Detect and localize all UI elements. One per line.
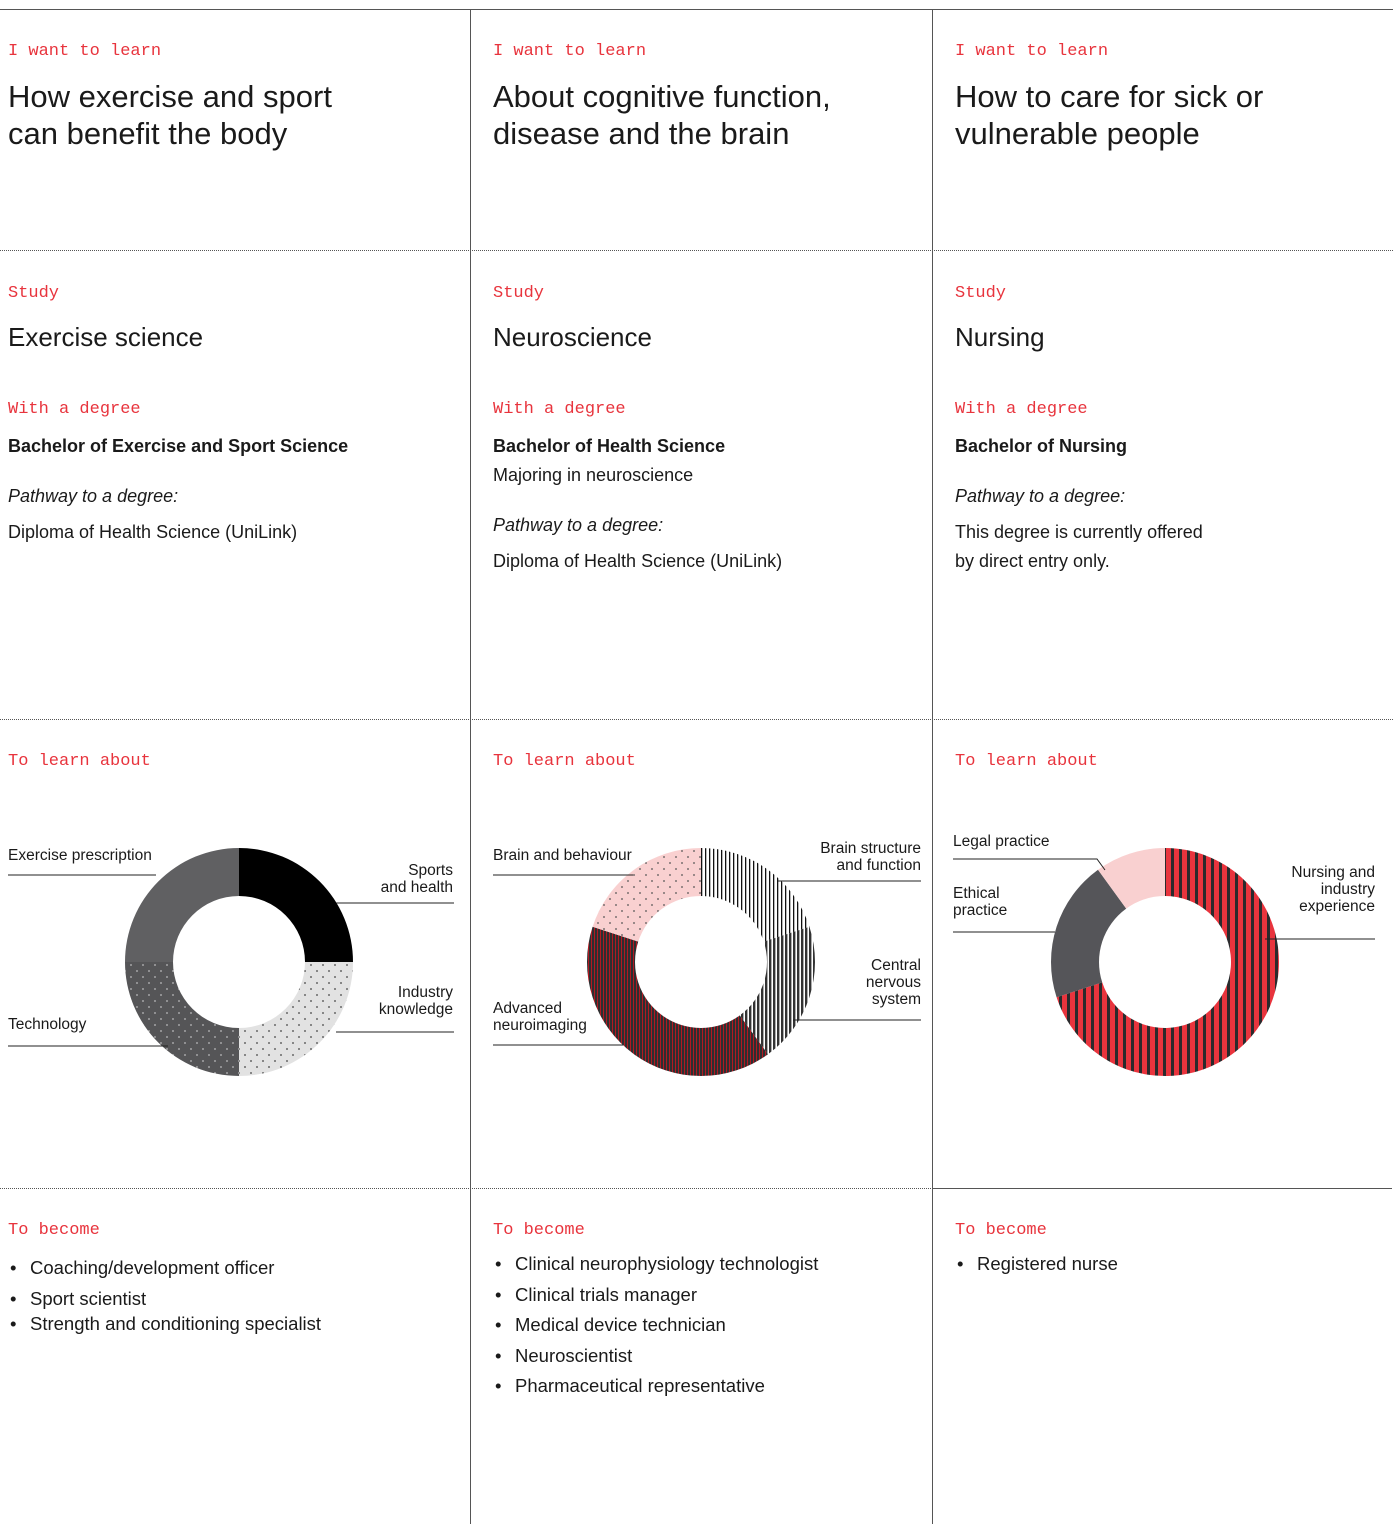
learning-goal-heading: How to care for sick or vulnerable peopl…: [955, 79, 1264, 151]
donut-slice: [125, 848, 239, 962]
donut-slice: [239, 962, 353, 1076]
want-to-learn-label: I want to learn: [8, 42, 162, 61]
chart-label: Nursing and industry experience: [1291, 864, 1375, 915]
degree-name: Bachelor of Health Science: [493, 436, 726, 456]
list-item: Strength and conditioning specialist: [8, 1309, 321, 1340]
donut-chart-exercise: Exercise prescription Sports and health I…: [8, 830, 470, 1090]
learn-about-label: To learn about: [8, 752, 151, 771]
column-divider: [470, 9, 471, 1524]
pathway-label: Pathway to a degree:: [8, 486, 179, 506]
major-text: Majoring in neuroscience: [493, 465, 694, 485]
list-item: Medical device technician: [493, 1310, 818, 1341]
career-list: Clinical neurophysiology technologist Cl…: [493, 1249, 818, 1402]
become-label: To become: [8, 1221, 100, 1240]
chart-label: Brain and behaviour: [493, 847, 632, 864]
degree-label: With a degree: [8, 400, 141, 419]
chart-label: Brain structure and function: [820, 840, 921, 874]
career-list: Registered nurse: [955, 1249, 1118, 1280]
list-item: Clinical neurophysiology technologist: [493, 1249, 818, 1280]
donut-slice: [239, 848, 353, 962]
study-field: Neuroscience: [493, 322, 652, 352]
donut-slice: [125, 962, 239, 1076]
learning-goal-heading: About cognitive function, disease and th…: [493, 79, 831, 151]
become-label: To become: [493, 1221, 585, 1240]
degree-name: Bachelor of Nursing: [955, 436, 1128, 456]
callout-line: [953, 858, 1106, 871]
become-label: To become: [955, 1221, 1047, 1240]
list-item: Registered nurse: [955, 1249, 1118, 1280]
donut-slice: [587, 926, 769, 1076]
list-item: Clinical trials manager: [493, 1280, 818, 1311]
degree-label: With a degree: [493, 400, 626, 419]
chart-label: Legal practice: [953, 833, 1050, 850]
study-label: Study: [955, 284, 1007, 303]
list-item: Pharmaceutical representative: [493, 1371, 818, 1402]
learn-about-label: To learn about: [493, 752, 636, 771]
learn-about-label: To learn about: [955, 752, 1098, 771]
chart-label: Ethical practice: [953, 885, 1008, 919]
chart-label: Advanced neuroimaging: [493, 1000, 587, 1034]
chart-label: Industry knowledge: [378, 984, 453, 1018]
column-nursing: I want to learn How to care for sick or …: [953, 0, 1391, 1524]
pathway-text: Diploma of Health Science (UniLink): [8, 522, 298, 542]
degree-name: Bachelor of Exercise and Sport Science: [8, 436, 349, 456]
chart-label: Sports and health: [380, 862, 453, 896]
pathway-text: This degree is currently offered by dire…: [955, 522, 1203, 571]
list-item: Neuroscientist: [493, 1341, 818, 1372]
study-label: Study: [8, 284, 60, 303]
chart-label: Exercise prescription: [8, 847, 152, 864]
chart-label: Central nervous system: [865, 957, 921, 1008]
pathway-text: Diploma of Health Science (UniLink): [493, 551, 783, 571]
column-exercise-science: I want to learn How exercise and sport c…: [8, 0, 468, 1524]
column-divider: [932, 9, 933, 1524]
pathway-label: Pathway to a degree:: [955, 486, 1126, 506]
study-field: Exercise science: [8, 322, 204, 352]
degree-label: With a degree: [955, 400, 1088, 419]
career-list: Coaching/development officer Sport scien…: [8, 1253, 321, 1340]
want-to-learn-label: I want to learn: [955, 42, 1109, 61]
list-item: Coaching/development officer: [8, 1253, 321, 1284]
column-neuroscience: I want to learn About cognitive function…: [493, 0, 929, 1524]
donut-chart-nursing: Legal practice Ethical practice Nursing a…: [953, 830, 1398, 1090]
study-field: Nursing: [955, 322, 1045, 352]
pathway-label: Pathway to a degree:: [493, 515, 664, 535]
donut-chart-neuroscience: Brain and behaviour Brain structure and f…: [493, 830, 955, 1090]
study-label: Study: [493, 284, 545, 303]
want-to-learn-label: I want to learn: [493, 42, 647, 61]
chart-label: Technology: [8, 1016, 87, 1033]
learning-goal-heading: How exercise and sport can benefit the b…: [8, 79, 332, 151]
